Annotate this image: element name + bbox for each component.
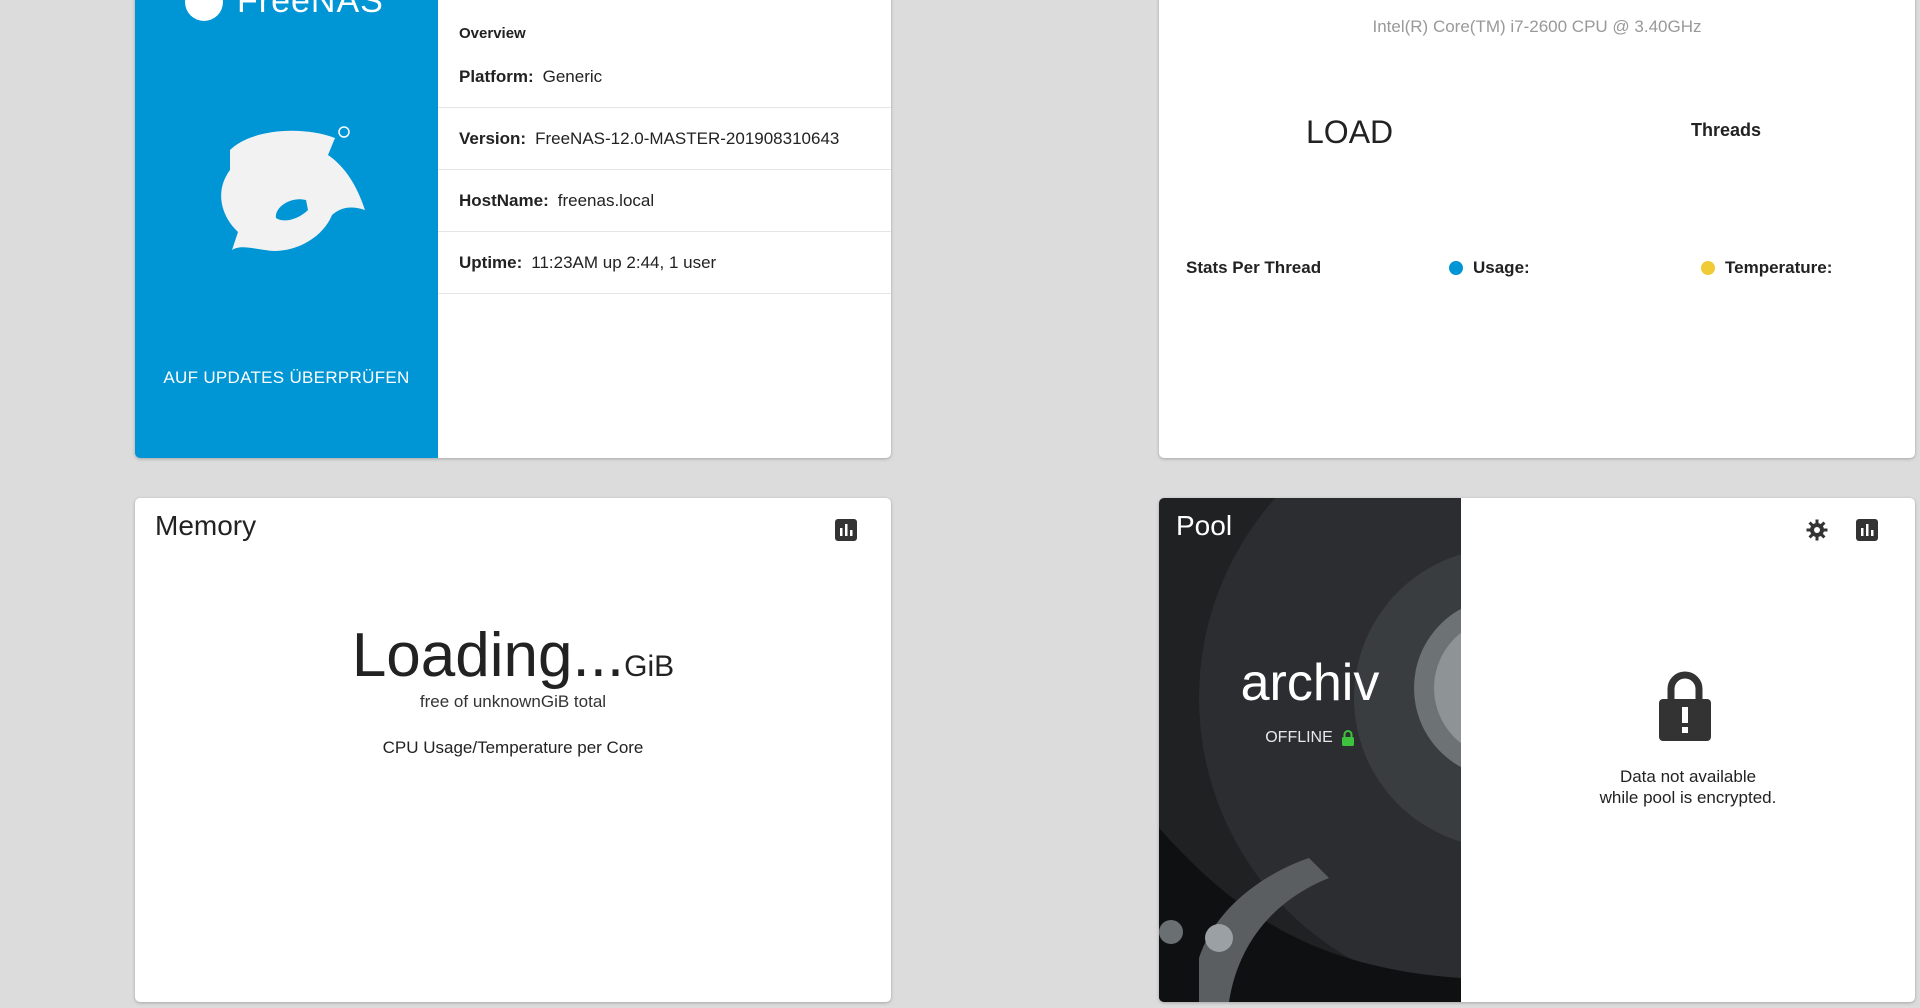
usage-swatch: [1449, 261, 1463, 275]
system-overview: Overview Platform: Generic Version: Free…: [438, 0, 891, 458]
pool-message-line1: Data not available: [1619, 767, 1757, 786]
pool-message-line2: while pool is encrypted.: [1599, 788, 1777, 807]
freenas-logo: FreeNAS: [185, 0, 384, 21]
pool-name: archiv: [1240, 654, 1380, 712]
stats-per-thread-label: Stats Per Thread: [1186, 258, 1322, 277]
version-value: FreeNAS-12.0-MASTER-201908310643: [535, 128, 840, 148]
check-updates-button[interactable]: AUF UPDATES ÜBERPRÜFEN: [135, 368, 438, 388]
hostname-row: HostName: freenas.local: [438, 170, 891, 232]
memory-subtitle: free of unknownGiB total: [419, 692, 607, 711]
bar-chart-icon[interactable]: [1855, 518, 1879, 542]
uptime-label: Uptime:: [459, 252, 523, 272]
system-brand-panel: FreeNAS AUF UPDATES ÜBERPRÜFEN: [135, 0, 438, 458]
cpu-load-label: LOAD: [1306, 114, 1394, 150]
cpu-card: Intel(R) Core(TM) i7-2600 CPU @ 3.40GHz …: [1159, 0, 1915, 458]
pool-card: Pool archiv OFFLINE Data not available w…: [1159, 498, 1915, 1002]
legend-temperature-label: Temperature:: [1725, 258, 1833, 277]
memory-value: Loading...GiB: [135, 620, 891, 691]
version-row: Version: FreeNAS-12.0-MASTER-20190831064…: [438, 108, 891, 170]
uptime-value: 11:23AM up 2:44, 1 user: [531, 252, 717, 272]
platform-label: Platform:: [459, 66, 534, 86]
pool-title: Pool: [1176, 510, 1233, 541]
platform-row: Platform: Generic: [438, 46, 891, 108]
encrypted-lock-icon: [1659, 671, 1711, 741]
uptime-row: Uptime: 11:23AM up 2:44, 1 user: [438, 232, 891, 294]
lock-icon: [1341, 729, 1354, 746]
hostname-label: HostName:: [459, 190, 549, 210]
freenas-shark-icon: [221, 126, 365, 251]
legend-temperature: Temperature:: [1701, 258, 1832, 278]
version-label: Version:: [459, 128, 527, 148]
platform-value: Generic: [542, 66, 603, 86]
pool-image-panel: Pool archiv OFFLINE: [1159, 498, 1461, 1002]
legend-usage: Usage:: [1449, 258, 1530, 278]
memory-card: Memory Loading...GiB free of unknownGiB …: [135, 498, 891, 1002]
system-info-card: FreeNAS AUF UPDATES ÜBERPRÜFEN Overview …: [135, 0, 891, 458]
memory-title: Memory: [155, 510, 257, 541]
overview-title: Overview: [459, 25, 526, 42]
pool-encrypted-message: Data not available while pool is encrypt…: [1461, 766, 1915, 808]
cpu-usage-temperature-label: CPU Usage/Temperature per Core: [382, 738, 644, 757]
temperature-swatch: [1701, 261, 1715, 275]
cpu-threads-label: Threads: [1691, 120, 1762, 140]
brand-name: FreeNAS: [237, 0, 384, 20]
logo-mark-icon: [185, 0, 223, 21]
cpu-model: Intel(R) Core(TM) i7-2600 CPU @ 3.40GHz: [1372, 17, 1702, 36]
pool-status-text: OFFLINE: [1265, 729, 1333, 746]
hostname-value: freenas.local: [557, 190, 655, 210]
memory-value-number: Loading...: [351, 621, 625, 690]
memory-unit: GiB: [624, 650, 675, 683]
pool-status: OFFLINE: [1159, 729, 1461, 747]
bar-chart-icon[interactable]: [834, 518, 858, 542]
gear-icon[interactable]: [1805, 518, 1829, 542]
legend-usage-label: Usage:: [1473, 258, 1530, 277]
hard-drive-illustration: [1159, 498, 1461, 1002]
